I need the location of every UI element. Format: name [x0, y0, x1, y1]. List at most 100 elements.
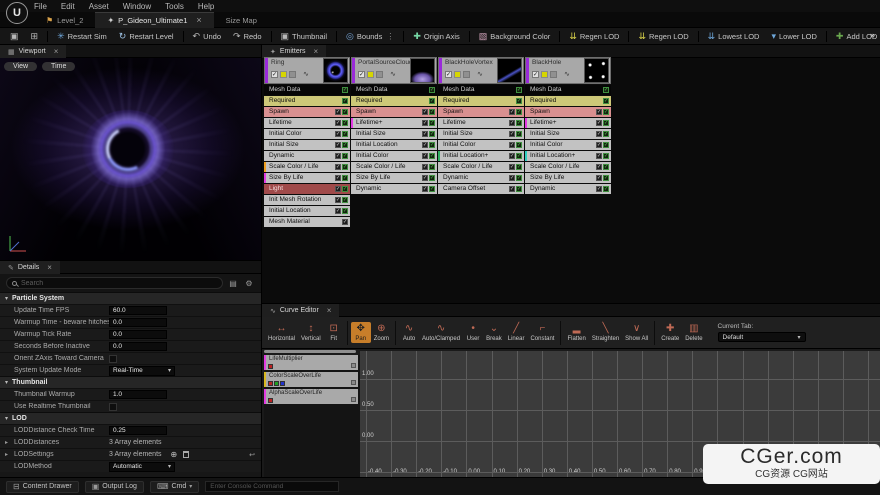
module-enabled-checkbox[interactable]: ✓ — [509, 142, 515, 148]
module-curve-checkbox[interactable]: ✓ — [342, 131, 348, 137]
curve-tool-horizontal[interactable]: ↔Horizontal — [265, 322, 298, 343]
emitter-solo-button[interactable] — [454, 71, 461, 78]
curve-tool-fit[interactable]: ⊡Fit — [324, 322, 344, 343]
module-curve-checkbox[interactable]: ✓ — [516, 87, 522, 93]
content-drawer-button[interactable]: ⊟ Content Drawer — [6, 481, 79, 493]
module-scale-color-life[interactable]: Scale Color / Life✓✓ — [351, 162, 437, 172]
module-enabled-checkbox[interactable]: ✓ — [422, 153, 428, 159]
curve-tool-constant[interactable]: ⌐Constant — [527, 322, 557, 343]
module-camera-offset[interactable]: Camera Offset✓✓ — [438, 184, 524, 194]
tab-level-2[interactable]: ⚑Level_2 — [34, 12, 95, 28]
property-dropdown[interactable]: Automatic▾ — [109, 462, 175, 472]
module-enabled-checkbox[interactable]: ✓ — [422, 164, 428, 170]
module-mesh-data[interactable]: Mesh Data✓ — [525, 85, 611, 95]
module-enabled-checkbox[interactable]: ✓ — [335, 197, 341, 203]
module-initial-location[interactable]: Initial Location+✓✓ — [438, 151, 524, 161]
module-scale-color-life[interactable]: Scale Color / Life✓✓ — [264, 162, 350, 172]
regen-lod-duplicate-button[interactable]: ⇊Regen LOD — [563, 30, 625, 43]
module-initial-color[interactable]: Initial Color✓✓ — [438, 140, 524, 150]
module-enabled-checkbox[interactable]: ✓ — [335, 142, 341, 148]
module-enabled-checkbox[interactable]: ✓ — [596, 109, 602, 115]
property-value-input[interactable]: 0.0 — [109, 318, 167, 327]
module-init-mesh-rotation[interactable]: Init Mesh Rotation✓✓ — [264, 195, 350, 205]
module-initial-color[interactable]: Initial Color✓✓ — [351, 151, 437, 161]
module-enabled-checkbox[interactable]: ✓ — [335, 153, 341, 159]
emitter-enable-checkbox[interactable]: ✓ — [532, 71, 539, 78]
section-header-thumbnail[interactable]: ▾Thumbnail — [0, 376, 261, 388]
menu-help[interactable]: Help — [198, 2, 214, 11]
module-initial-size[interactable]: Initial Size✓✓ — [351, 129, 437, 139]
close-icon[interactable]: × — [47, 263, 52, 272]
display-filter-icon[interactable]: ▤ — [227, 279, 239, 288]
console-command-input[interactable] — [205, 481, 339, 492]
module-enabled-checkbox[interactable]: ✓ — [596, 186, 602, 192]
curve-track-alphascaleoverlife[interactable]: AlphaScaleOverLife — [264, 389, 358, 404]
close-icon[interactable]: × — [314, 47, 319, 56]
add-element-icon[interactable]: ⊕ — [171, 451, 178, 459]
module-curve-checkbox[interactable]: ✓ — [342, 142, 348, 148]
track-collapse-button[interactable] — [351, 380, 356, 385]
module-enabled-checkbox[interactable]: ✓ — [596, 164, 602, 170]
curve-tool-vertical[interactable]: ↕Vertical — [298, 322, 324, 343]
curve-tool-auto-clamped[interactable]: ∿Auto/Clamped — [419, 322, 463, 343]
expander-icon[interactable]: ▸ — [5, 439, 14, 446]
module-curve-checkbox[interactable]: ✓ — [429, 120, 435, 126]
module-enabled-checkbox[interactable]: ✓ — [596, 120, 602, 126]
close-icon[interactable]: × — [54, 47, 59, 56]
module-enabled-checkbox[interactable]: ✓ — [509, 175, 515, 181]
emitter-header[interactable]: Ring✓∿ — [264, 57, 350, 84]
module-enabled-checkbox[interactable]: ✓ — [596, 153, 602, 159]
module-curve-checkbox[interactable]: ✓ — [516, 186, 522, 192]
module-enabled-checkbox[interactable]: ✓ — [422, 186, 428, 192]
tab-size-map[interactable]: Size Map — [214, 12, 269, 28]
module-enabled-checkbox[interactable]: ✓ — [335, 208, 341, 214]
emitter-header[interactable]: BlackHoleVortex✓∿ — [438, 57, 524, 84]
output-log-button[interactable]: ▣ Output Log — [85, 481, 144, 493]
module-curve-checkbox[interactable]: ✓ — [342, 164, 348, 170]
module-curve-checkbox[interactable]: ✓ — [516, 98, 522, 104]
module-lifetime[interactable]: Lifetime+✓✓ — [351, 118, 437, 128]
curve-tool-create[interactable]: ✚Create — [658, 322, 682, 343]
settings-gear-icon[interactable]: ⚙ — [243, 279, 255, 288]
module-required[interactable]: Required✓ — [438, 96, 524, 106]
delete-elements-icon[interactable] — [183, 451, 189, 458]
emitter-lit-toggle[interactable] — [550, 71, 557, 78]
module-curve-checkbox[interactable]: ✓ — [429, 87, 435, 93]
module-initial-location[interactable]: Initial Location✓✓ — [264, 206, 350, 216]
module-initial-size[interactable]: Initial Size✓✓ — [264, 140, 350, 150]
property-value-input[interactable]: 0.25 — [109, 426, 167, 435]
curve-tool-break[interactable]: ⌄Break — [483, 322, 505, 343]
restart-sim-button[interactable]: ✳Restart Sim — [51, 30, 113, 43]
module-lifetime[interactable]: Lifetime✓✓ — [438, 118, 524, 128]
module-curve-checkbox[interactable]: ✓ — [429, 164, 435, 170]
module-required[interactable]: Required✓ — [525, 96, 611, 106]
module-curve-checkbox[interactable]: ✓ — [516, 164, 522, 170]
module-curve-checkbox[interactable]: ✓ — [342, 208, 348, 214]
view-menu-button[interactable]: View — [4, 62, 37, 71]
module-curve-checkbox[interactable]: ✓ — [516, 153, 522, 159]
restart-level-button[interactable]: ↻Restart Level — [113, 30, 180, 43]
cmd-dropdown-button[interactable]: ⌨ Cmd ▾ — [150, 481, 199, 493]
module-curve-checkbox[interactable]: ✓ — [342, 197, 348, 203]
emitter-enable-checkbox[interactable]: ✓ — [358, 71, 365, 78]
curve-tool-flatten[interactable]: ▂Flatten — [564, 322, 588, 343]
curve-track-lifemultiplier[interactable]: LifeMultiplier — [264, 355, 358, 370]
module-enabled-checkbox[interactable]: ✓ — [596, 142, 602, 148]
expander-icon[interactable]: ▸ — [5, 451, 14, 458]
curve-tool-auto[interactable]: ∿Auto — [399, 322, 419, 343]
module-curve-checkbox[interactable]: ✓ — [342, 175, 348, 181]
find-in-content-browser-button[interactable]: ⊞ — [25, 30, 45, 43]
curve-tool-zoom[interactable]: ⊕Zoom — [371, 322, 392, 343]
module-scale-color-life[interactable]: Scale Color / Life✓✓ — [438, 162, 524, 172]
module-curve-checkbox[interactable]: ✓ — [429, 109, 435, 115]
module-curve-checkbox[interactable]: ✓ — [603, 175, 609, 181]
particle-viewport[interactable]: ViewTime — [0, 58, 261, 260]
module-enabled-checkbox[interactable]: ✓ — [422, 175, 428, 181]
module-initial-size[interactable]: Initial Size✓✓ — [438, 129, 524, 139]
module-enabled-checkbox[interactable]: ✓ — [335, 109, 341, 115]
property-value-input[interactable]: 60.0 — [109, 306, 167, 315]
toolbar-overflow-chevron-icon[interactable]: » — [870, 30, 875, 40]
module-enabled-checkbox[interactable]: ✓ — [509, 120, 515, 126]
module-dynamic[interactable]: Dynamic✓✓ — [351, 184, 437, 194]
module-curve-checkbox[interactable]: ✓ — [342, 109, 348, 115]
